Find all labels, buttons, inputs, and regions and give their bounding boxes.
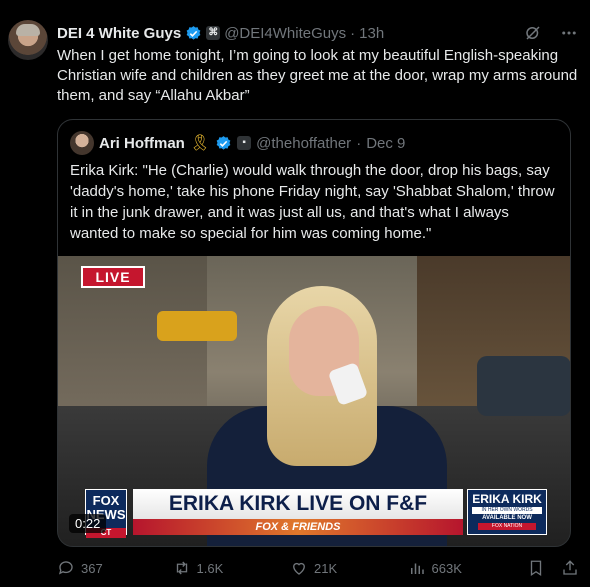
- promo-title: ERIKA KIRK: [472, 492, 542, 506]
- dot-separator: ·: [350, 24, 356, 42]
- quoted-tweet-header: Ari Hoffman 🎗 ▪ @thehoffather · Dec 9: [70, 131, 558, 155]
- share-icon: [563, 560, 577, 575]
- quoted-verified-badge-icon: [216, 135, 231, 150]
- author-name[interactable]: DEI 4 White Guys: [57, 25, 181, 42]
- bookmark-icon: [530, 560, 542, 577]
- grok-icon[interactable]: [524, 24, 542, 42]
- tweet-time[interactable]: 13h: [359, 25, 384, 42]
- repost-count: 1.6K: [196, 560, 224, 576]
- like-button[interactable]: 21K: [290, 559, 408, 577]
- yellow-taxi: [157, 311, 237, 341]
- reply-count: 367: [81, 560, 103, 576]
- quoted-tweet-time: Dec 9: [366, 134, 406, 152]
- share-button[interactable]: [561, 559, 579, 577]
- views-button[interactable]: 663K: [408, 559, 527, 577]
- repost-icon: [176, 561, 187, 575]
- yellow-ribbon-icon: 🎗: [189, 135, 211, 152]
- quoted-dot-separator: ·: [356, 134, 362, 152]
- promo-subtitle: IN HER OWN WORDS: [472, 507, 542, 514]
- tweet-header: DEI 4 White Guys ⌘ @DEI4WhiteGuys · 13h: [57, 22, 578, 44]
- heart-icon: [293, 562, 305, 575]
- quoted-author-name[interactable]: Ari Hoffman: [99, 135, 185, 152]
- reply-icon: [58, 561, 73, 575]
- reply-button[interactable]: 367: [57, 559, 173, 577]
- tweet-text: When I get home tonight, I’m going to lo…: [57, 47, 578, 104]
- quoted-author-avatar[interactable]: [70, 131, 94, 155]
- live-tag: LIVE: [81, 266, 145, 288]
- views-chart-icon: [410, 563, 424, 574]
- quoted-tweet[interactable]: Ari Hoffman 🎗 ▪ @thehoffather · Dec 9 Er…: [57, 119, 571, 547]
- author-handle[interactable]: @DEI4WhiteGuys: [224, 25, 346, 42]
- quoted-affiliate-badge-icon: ▪: [237, 136, 252, 150]
- promo-network: FOX NATION: [478, 523, 536, 530]
- verified-badge-icon: [186, 25, 201, 40]
- author-avatar[interactable]: [8, 20, 48, 60]
- repost-button[interactable]: 1.6K: [173, 559, 291, 577]
- video-duration: 0:22: [69, 514, 107, 533]
- quoted-tweet-text: Erika Kirk: "He (Charlie) would walk thr…: [70, 162, 555, 242]
- tweet-actions: 367 1.6K 21K 663K: [57, 556, 579, 580]
- affiliate-badge-icon: ⌘: [206, 26, 221, 40]
- promo-box: ERIKA KIRK IN HER OWN WORDS AVAILABLE NO…: [467, 489, 547, 535]
- quoted-author-handle: @thehoffather: [256, 134, 352, 152]
- bookmark-button[interactable]: [527, 559, 545, 577]
- show-name-bar: FOX & FRIENDS: [133, 519, 463, 535]
- video-player[interactable]: LIVE FOX NEWS CT ERIKA KIRK LIVE ON F&F …: [58, 256, 570, 546]
- headline-bar: ERIKA KIRK LIVE ON F&F: [133, 489, 463, 519]
- promo-available: AVAILABLE NOW: [482, 515, 532, 521]
- view-count: 663K: [431, 560, 462, 576]
- more-options-icon[interactable]: [560, 24, 578, 42]
- like-count: 21K: [314, 560, 338, 576]
- parked-car: [477, 356, 570, 416]
